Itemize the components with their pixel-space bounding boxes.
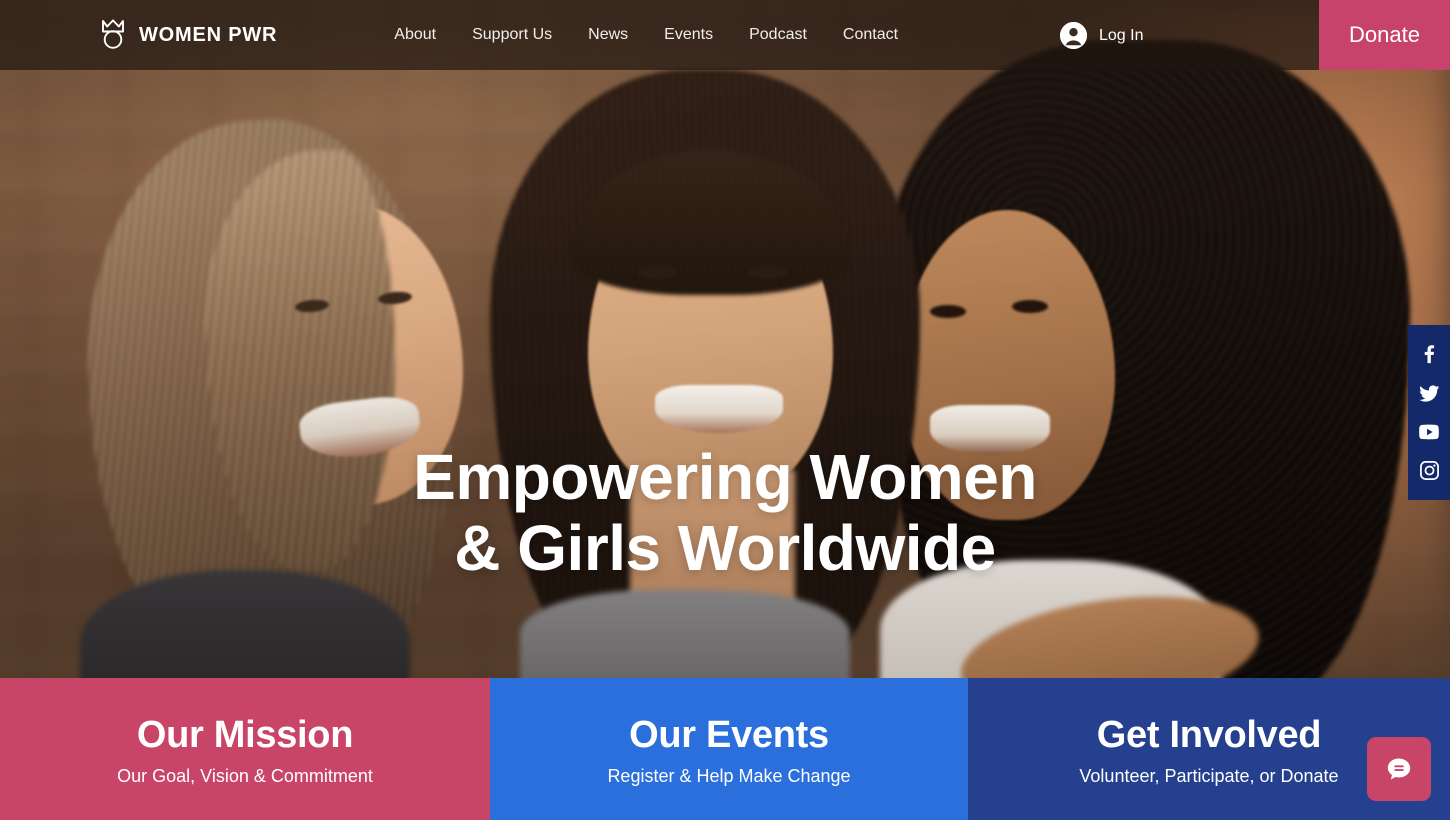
nav-item-contact[interactable]: Contact: [843, 26, 898, 44]
brand-logo[interactable]: WOMEN PWR: [100, 19, 277, 51]
twitter-icon[interactable]: [1417, 381, 1441, 405]
page-root: Empowering Women & Girls Worldwide WOMEN…: [0, 0, 1450, 820]
hero-image: [0, 0, 1450, 678]
chat-bubble-icon: [1387, 758, 1411, 780]
card-our-events[interactable]: Our Events Register & Help Make Change: [490, 678, 968, 820]
hero-shade-overlay: [0, 0, 1450, 678]
card-our-mission-subtitle: Our Goal, Vision & Commitment: [117, 765, 373, 786]
nav-item-events[interactable]: Events: [664, 26, 713, 44]
donate-button[interactable]: Donate: [1319, 0, 1450, 70]
nav-item-support-us[interactable]: Support Us: [472, 26, 552, 44]
login-button[interactable]: Log In: [1060, 22, 1143, 49]
user-avatar-icon: [1060, 22, 1087, 49]
nav-item-news[interactable]: News: [588, 26, 628, 44]
facebook-icon[interactable]: [1417, 342, 1441, 366]
card-get-involved-title: Get Involved: [1096, 713, 1322, 756]
card-our-mission-title: Our Mission: [136, 713, 354, 756]
main-nav: About Support Us News Events Podcast Con…: [394, 26, 898, 44]
promo-cards: Our Mission Our Goal, Vision & Commitmen…: [0, 678, 1450, 820]
nav-item-about[interactable]: About: [394, 26, 436, 44]
card-get-involved-subtitle: Volunteer, Participate, or Donate: [1079, 765, 1339, 786]
site-header: WOMEN PWR About Support Us News Events P…: [0, 0, 1450, 70]
tulip-crown-logo-icon: [102, 19, 124, 49]
nav-item-podcast[interactable]: Podcast: [749, 26, 807, 44]
instagram-icon[interactable]: [1417, 459, 1441, 483]
login-label: Log In: [1099, 26, 1144, 44]
youtube-icon[interactable]: [1417, 420, 1441, 444]
social-links-rail: [1408, 325, 1450, 500]
chat-widget-button[interactable]: [1367, 737, 1431, 801]
card-our-mission[interactable]: Our Mission Our Goal, Vision & Commitmen…: [0, 678, 490, 820]
card-our-events-subtitle: Register & Help Make Change: [607, 765, 851, 786]
card-our-events-title: Our Events: [629, 713, 829, 756]
brand-name: WOMEN PWR: [139, 23, 278, 46]
